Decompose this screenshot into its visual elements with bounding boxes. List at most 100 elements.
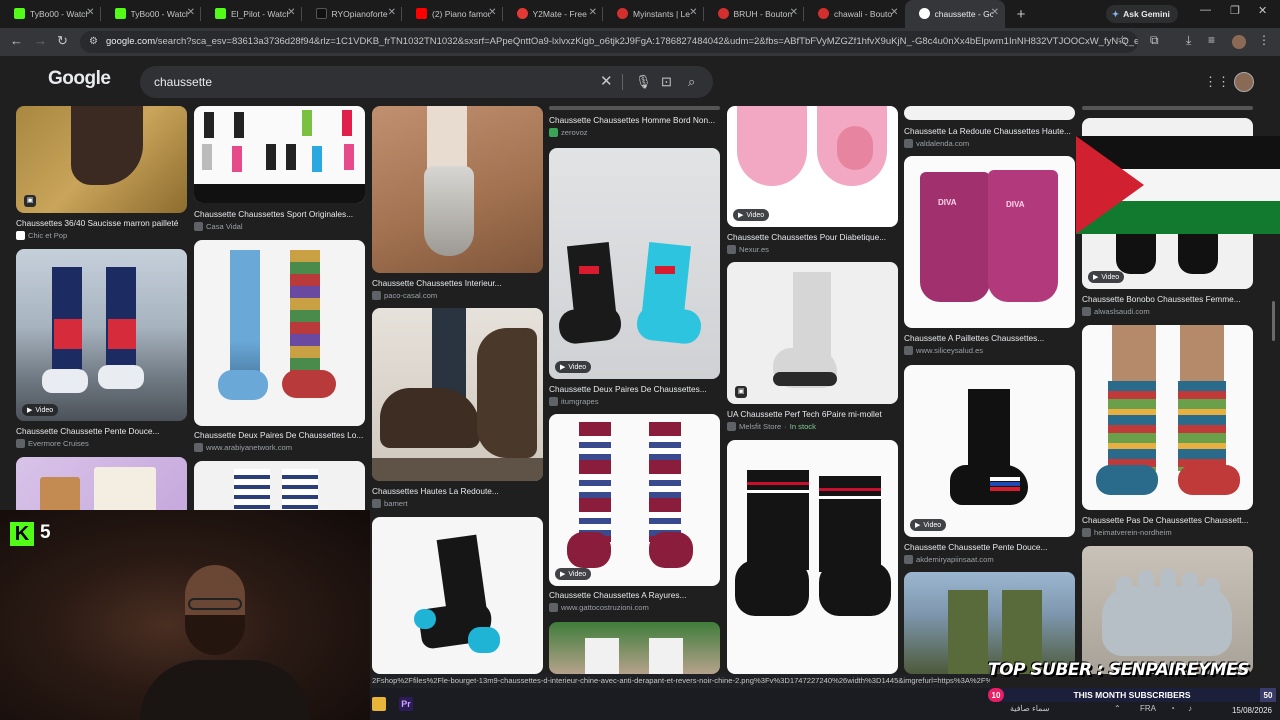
result-thumbnail[interactable]: ▶ Video bbox=[549, 414, 720, 586]
ask-gemini-button[interactable]: ✦ Ask Gemini bbox=[1106, 5, 1178, 23]
site-info-icon[interactable]: ⚙ bbox=[89, 31, 98, 53]
tab-strip: TyBo00 - Watch ✕ TyBo00 - Watch ✕ El_Pilot… bbox=[0, 0, 1280, 28]
image-result[interactable]: Chaussette Chaussettes Interieur... paco… bbox=[372, 106, 543, 300]
browser-tab[interactable]: Myinstants | Le ✕ bbox=[603, 0, 704, 28]
result-thumbnail[interactable] bbox=[904, 572, 1075, 674]
page-scrollbar[interactable] bbox=[1272, 301, 1275, 341]
result-thumbnail[interactable]: DIVA DIVA bbox=[904, 156, 1075, 328]
result-thumbnail[interactable] bbox=[1082, 106, 1253, 110]
result-thumbnail[interactable]: ▶ Video bbox=[727, 106, 898, 227]
search-icon[interactable]: ⌕ bbox=[688, 74, 695, 90]
result-thumbnail[interactable] bbox=[16, 457, 187, 517]
result-thumbnail[interactable] bbox=[549, 106, 720, 110]
bookmark-star-icon[interactable]: ☆ bbox=[1117, 33, 1128, 47]
image-result[interactable]: Chaussette Pas De Chaussettes Chaussett.… bbox=[1082, 325, 1253, 540]
reload-icon[interactable]: ↻ bbox=[57, 33, 68, 49]
google-logo[interactable]: Google bbox=[48, 68, 111, 90]
image-result[interactable]: ▶ Video Chaussette Chaussettes A Rayures.… bbox=[549, 414, 720, 617]
result-thumbnail[interactable] bbox=[372, 308, 543, 481]
image-result[interactable] bbox=[904, 572, 1075, 674]
result-thumbnail[interactable]: ▶ Video bbox=[549, 148, 720, 379]
close-tab-icon[interactable]: ✕ bbox=[991, 7, 999, 18]
minimize-icon[interactable]: — bbox=[1200, 4, 1211, 16]
search-box[interactable]: ✕ 🎙 ⊡ ⌕ bbox=[140, 66, 713, 98]
video-badge: ▶ Video bbox=[910, 519, 947, 531]
extensions-icon[interactable]: ⧉ bbox=[1150, 33, 1159, 48]
image-result[interactable]: ▶ Video Chaussette Chaussette Pente Douce… bbox=[16, 249, 187, 449]
image-result[interactable] bbox=[727, 440, 898, 674]
image-result[interactable] bbox=[16, 457, 187, 517]
browser-tab[interactable]: (2) Piano famou ✕ bbox=[402, 0, 503, 28]
media-icon[interactable]: ≡ bbox=[1208, 33, 1215, 47]
close-tab-icon[interactable]: ✕ bbox=[488, 7, 496, 18]
image-result[interactable]: Chaussettes Hautes La Redoute... bamert bbox=[372, 308, 543, 513]
result-thumbnail[interactable] bbox=[1082, 546, 1253, 674]
result-thumbnail[interactable] bbox=[372, 517, 543, 674]
result-thumbnail[interactable] bbox=[727, 440, 898, 674]
result-thumbnail[interactable]: ▶ Video bbox=[16, 249, 187, 421]
image-result[interactable] bbox=[549, 622, 720, 674]
browser-tab[interactable]: El_Pilot - Watch ✕ bbox=[201, 0, 302, 28]
new-tab-button[interactable]: + bbox=[1009, 6, 1033, 23]
youtube-icon bbox=[416, 8, 427, 19]
result-thumbnail[interactable] bbox=[194, 240, 365, 426]
y2mate-icon bbox=[516, 8, 528, 19]
download-icon[interactable]: ⤓ bbox=[1186, 33, 1191, 48]
image-result[interactable] bbox=[372, 517, 543, 674]
menu-icon[interactable]: ⋮ bbox=[1258, 33, 1270, 47]
result-thumbnail[interactable]: ▣ bbox=[727, 262, 898, 404]
close-window-icon[interactable]: ✕ bbox=[1258, 4, 1267, 17]
image-result[interactable]: Chaussette La Redoute Chaussettes Haute.… bbox=[904, 106, 1075, 150]
close-tab-icon[interactable]: ✕ bbox=[589, 7, 597, 18]
tray-chevron-icon[interactable]: ⌃ bbox=[1114, 704, 1121, 713]
image-result[interactable] bbox=[1082, 546, 1253, 674]
result-thumbnail[interactable] bbox=[194, 106, 365, 203]
result-thumbnail[interactable] bbox=[549, 622, 720, 674]
close-tab-icon[interactable]: ✕ bbox=[388, 7, 396, 18]
browser-tab[interactable]: TyBo00 - Watch ✕ bbox=[101, 0, 201, 28]
image-result[interactable]: DIVA DIVA Chaussette A Paillettes Chauss… bbox=[904, 156, 1075, 358]
image-result[interactable]: ▣ UA Chaussette Perf Tech 6Paire mi-moll… bbox=[727, 262, 898, 434]
back-icon[interactable]: ← bbox=[10, 33, 23, 48]
result-thumbnail[interactable] bbox=[372, 106, 543, 273]
browser-tab[interactable]: Y2Mate - Free ✕ bbox=[503, 0, 603, 28]
search-input[interactable] bbox=[154, 74, 594, 90]
address-bar[interactable]: ⚙ google.com/search?sca_esv=83613a3736d28… bbox=[80, 31, 1138, 53]
account-avatar[interactable] bbox=[1234, 72, 1254, 92]
lens-search-icon[interactable]: ⊡ bbox=[661, 74, 672, 90]
image-result[interactable] bbox=[1082, 106, 1253, 116]
image-result[interactable]: Chaussette Chaussettes Sport Originales.… bbox=[194, 106, 365, 236]
browser-tab-active[interactable]: chaussette - Go ✕ bbox=[904, 0, 1005, 28]
image-result[interactable]: Chaussette Chaussettes Homme Bord Non...… bbox=[549, 106, 720, 142]
image-result[interactable]: ▶ Video Chaussette Deux Paires De Chausse… bbox=[549, 148, 720, 410]
premiere-pro-icon[interactable]: Pr bbox=[399, 697, 413, 711]
result-thumbnail[interactable] bbox=[1082, 325, 1253, 510]
clear-search-icon[interactable]: ✕ bbox=[600, 72, 613, 90]
profile-avatar[interactable] bbox=[1232, 35, 1246, 49]
image-result[interactable]: ▶ Video Chaussette Chaussette Pente Douce… bbox=[904, 365, 1075, 567]
volume-icon[interactable]: ♪ bbox=[1188, 704, 1192, 713]
source-favicon bbox=[372, 499, 381, 508]
image-result[interactable]: ▣ Chaussettes 36/40 Saucisse marron pail… bbox=[16, 106, 187, 241]
close-tab-icon[interactable]: ✕ bbox=[890, 7, 898, 18]
browser-tab[interactable]: RYOpianoforte ✕ bbox=[302, 0, 402, 28]
file-explorer-icon[interactable] bbox=[372, 697, 386, 711]
wifi-icon[interactable]: ◔ bbox=[1170, 704, 1175, 713]
browser-tab[interactable]: BRUH - Bouton ✕ bbox=[704, 0, 804, 28]
image-result[interactable]: ▶ Video Chaussette Chaussettes Pour Diabe… bbox=[727, 106, 898, 256]
close-tab-icon[interactable]: ✕ bbox=[187, 7, 195, 18]
result-thumbnail[interactable]: ▣ bbox=[16, 106, 187, 213]
close-tab-icon[interactable]: ✕ bbox=[86, 7, 94, 18]
forward-icon[interactable]: → bbox=[34, 33, 47, 48]
close-tab-icon[interactable]: ✕ bbox=[790, 7, 798, 18]
maximize-icon[interactable]: ❐ bbox=[1230, 4, 1240, 17]
browser-tab[interactable]: chawali - Bouto ✕ bbox=[804, 0, 905, 28]
browser-tab[interactable]: TyBo00 - Watch ✕ bbox=[0, 0, 101, 28]
language-indicator[interactable]: FRA bbox=[1140, 704, 1156, 713]
voice-search-icon[interactable]: 🎙 bbox=[635, 74, 652, 90]
close-tab-icon[interactable]: ✕ bbox=[689, 7, 697, 18]
close-tab-icon[interactable]: ✕ bbox=[287, 7, 295, 18]
image-result[interactable]: Chaussette Deux Paires De Chaussettes Lo… bbox=[194, 240, 365, 455]
result-thumbnail[interactable] bbox=[904, 106, 1075, 120]
result-thumbnail[interactable]: ▶ Video bbox=[904, 365, 1075, 537]
